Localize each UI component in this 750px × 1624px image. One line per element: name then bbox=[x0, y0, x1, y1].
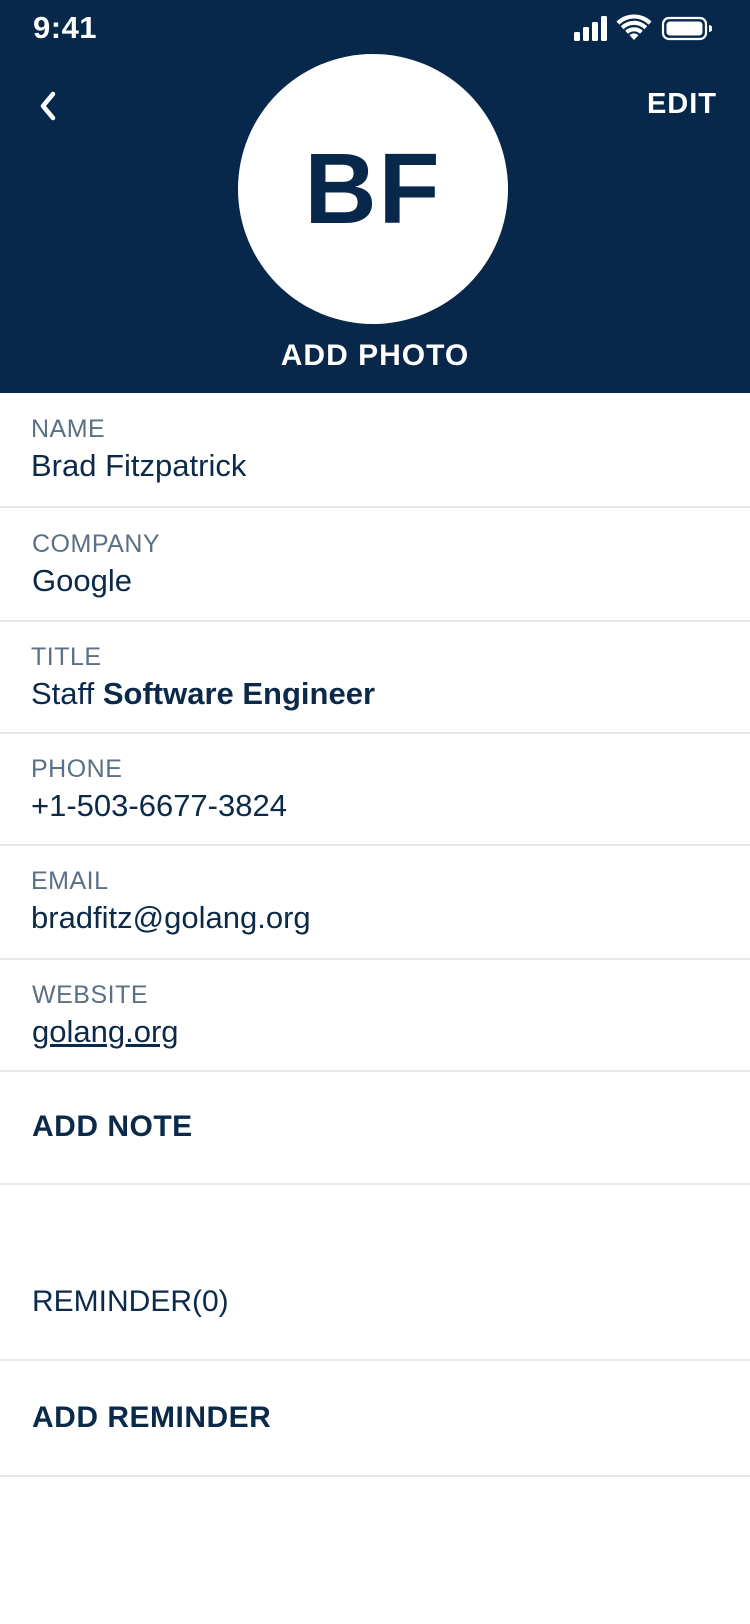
profile-header: 9:41 EDIT BF ADD PHOTO bbox=[0, 0, 750, 393]
back-button[interactable] bbox=[28, 84, 68, 128]
website-link[interactable]: golang.org bbox=[32, 1014, 179, 1050]
title-value: Staff Software Engineer bbox=[31, 676, 375, 712]
cellular-signal-icon bbox=[574, 16, 607, 41]
reminder-count: REMINDER(0) bbox=[32, 1285, 229, 1318]
website-label: WEBSITE bbox=[32, 981, 149, 1009]
add-reminder-button[interactable]: ADD REMINDER bbox=[32, 1401, 271, 1435]
avatar-initials: BF bbox=[304, 132, 442, 245]
chevron-left-icon bbox=[40, 91, 56, 121]
reminder-section: REMINDER(0) bbox=[0, 1185, 750, 1361]
title-value-bold: Software Engineer bbox=[102, 676, 376, 711]
phone-label: PHONE bbox=[31, 755, 123, 783]
company-label: COMPANY bbox=[32, 530, 161, 558]
add-photo-button[interactable]: ADD PHOTO bbox=[0, 339, 750, 373]
add-reminder-row[interactable]: ADD REMINDER bbox=[0, 1361, 750, 1477]
phone-value: +1-503-6677-3824 bbox=[31, 788, 287, 823]
name-row[interactable]: NAME Brad Fitzpatrick bbox=[0, 393, 750, 508]
company-row[interactable]: COMPANY Google bbox=[0, 508, 750, 622]
add-note-button[interactable]: ADD NOTE bbox=[32, 1110, 193, 1144]
title-value-prefix: Staff bbox=[31, 676, 95, 711]
wifi-icon bbox=[616, 14, 652, 40]
title-label: TITLE bbox=[31, 643, 102, 671]
company-value: Google bbox=[32, 563, 132, 598]
battery-icon bbox=[661, 16, 712, 41]
website-row: WEBSITE golang.org bbox=[0, 960, 750, 1072]
email-label: EMAIL bbox=[31, 867, 109, 895]
status-time: 9:41 bbox=[33, 10, 98, 45]
edit-button[interactable]: EDIT bbox=[647, 88, 717, 121]
email-row[interactable]: EMAIL bradfitz@golang.org bbox=[0, 846, 750, 960]
phone-row[interactable]: PHONE +1-503-6677-3824 bbox=[0, 734, 750, 846]
status-icons bbox=[574, 14, 712, 44]
title-row[interactable]: TITLE Staff Software Engineer bbox=[0, 622, 750, 734]
add-note-row[interactable]: ADD NOTE bbox=[0, 1072, 750, 1185]
email-value: bradfitz@golang.org bbox=[31, 900, 311, 935]
name-value: Brad Fitzpatrick bbox=[31, 448, 247, 483]
name-label: NAME bbox=[31, 415, 106, 443]
avatar[interactable]: BF bbox=[238, 54, 508, 324]
